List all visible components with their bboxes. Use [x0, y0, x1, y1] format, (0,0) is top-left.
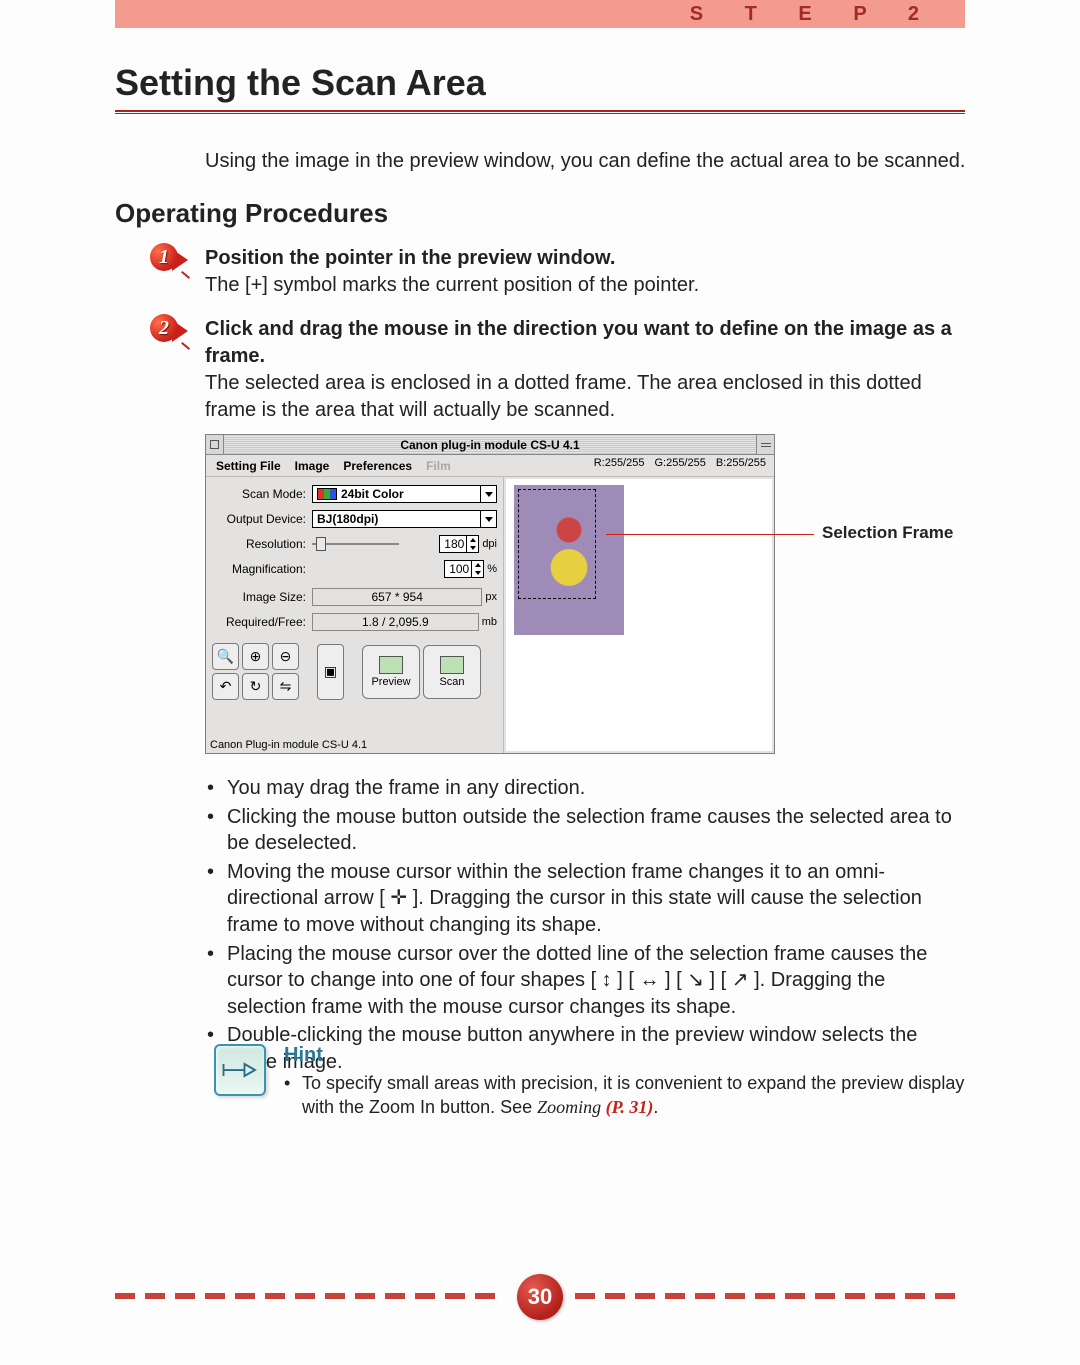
dropdown-arrow-icon[interactable]: [480, 511, 496, 527]
step-number-2-icon: 2: [150, 314, 184, 348]
list-item: Clicking the mouse button outside the se…: [205, 804, 965, 857]
title-rule: [115, 110, 965, 114]
page-title: Setting the Scan Area: [115, 62, 486, 104]
footer-dashes: [115, 1293, 505, 1299]
resolution-value: 180: [440, 537, 466, 551]
hint-ref-link[interactable]: (P. 31): [601, 1097, 653, 1117]
scan-mode-value: 24bit Color: [341, 487, 404, 501]
list-item: You may drag the frame in any direction.: [205, 775, 965, 802]
step-header: S T E P 2: [115, 0, 965, 28]
required-free-unit: mb: [482, 616, 497, 628]
step-1-body: The [+] symbol marks the current positio…: [205, 272, 965, 299]
intro-text: Using the image in the preview window, y…: [205, 150, 965, 173]
tool-grid: 🔍 ⊕ ⊖ ▣ Preview Scan ↶ ↻ ⇋: [212, 643, 497, 700]
hint-box: Hint To specify small areas with precisi…: [214, 1044, 965, 1120]
resolution-unit: dpi: [482, 538, 497, 550]
zoom-in-icon[interactable]: 🔍: [212, 643, 239, 670]
spinner-down-icon[interactable]: [472, 569, 483, 577]
step-2: 2 Click and drag the mouse in the direct…: [205, 316, 965, 424]
rotate-right-icon[interactable]: ↻: [242, 673, 269, 700]
preview-button[interactable]: Preview: [362, 645, 420, 699]
scan-button[interactable]: Scan: [423, 645, 481, 699]
scan-mode-label: Scan Mode:: [212, 487, 306, 501]
step-2-body: The selected area is enclosed in a dotte…: [205, 370, 965, 424]
rgb-r: R:255/255: [594, 457, 645, 469]
resolution-spinner[interactable]: 180: [439, 535, 479, 553]
magnification-label: Magnification:: [212, 562, 306, 576]
dropdown-arrow-icon[interactable]: [480, 486, 496, 502]
page-number: 30: [517, 1274, 563, 1320]
status-bar: Canon Plug-in module CS-U 4.1: [210, 739, 367, 751]
menu-item[interactable]: Preferences: [343, 459, 412, 473]
spinner-down-icon[interactable]: [467, 544, 478, 552]
step-1-title: Position the pointer in the preview wind…: [205, 245, 965, 272]
scan-mode-combo[interactable]: 24bit Color: [312, 485, 497, 503]
callout-line: [606, 534, 814, 535]
flip-icon[interactable]: ⇋: [272, 673, 299, 700]
magnification-unit: %: [487, 563, 497, 575]
image-size-unit: px: [485, 591, 497, 603]
zoom-actual-icon[interactable]: ⊕: [242, 643, 269, 670]
rgb-g: G:255/255: [654, 457, 705, 469]
hint-icon: [214, 1044, 266, 1096]
rotate-left-icon[interactable]: ↶: [212, 673, 239, 700]
list-item: Moving the mouse cursor within the selec…: [205, 859, 965, 939]
preview-pane[interactable]: [506, 479, 772, 751]
footer-dashes: [575, 1293, 965, 1299]
hint-text: To specify small areas with precision, i…: [284, 1071, 965, 1120]
color-mode-icon: [317, 488, 337, 500]
scan-button-label: Scan: [439, 676, 464, 688]
image-size-label: Image Size:: [212, 590, 306, 604]
hint-text-em: Zooming: [537, 1097, 601, 1117]
output-device-label: Output Device:: [212, 512, 306, 526]
spinner-up-icon[interactable]: [467, 536, 478, 544]
settings-pane: Scan Mode: 24bit Color Output Device: BJ…: [206, 477, 504, 753]
required-free-value: 1.8 / 2,095.9: [312, 613, 479, 631]
hint-title: Hint: [284, 1044, 965, 1067]
titlebar: Canon plug-in module CS-U 4.1: [206, 435, 774, 455]
menu-item-disabled: Film: [426, 459, 451, 473]
magnification-value: 100: [445, 562, 471, 576]
system-menu-button[interactable]: [206, 435, 224, 454]
hint-text-post: .: [653, 1097, 658, 1117]
preview-button-label: Preview: [371, 676, 410, 688]
menu-item[interactable]: Image: [295, 459, 330, 473]
app-window: Canon plug-in module CS-U 4.1 Setting Fi…: [205, 434, 775, 754]
resolution-label: Resolution:: [212, 537, 306, 551]
menu-item[interactable]: Setting File: [216, 459, 281, 473]
image-tool-icon[interactable]: ▣: [317, 644, 344, 700]
step-1: 1 Position the pointer in the preview wi…: [205, 245, 965, 299]
selection-frame[interactable]: [518, 489, 596, 599]
required-free-label: Required/Free:: [212, 615, 306, 629]
step-2-title: Click and drag the mouse in the directio…: [205, 316, 965, 370]
zoom-out-icon[interactable]: ⊖: [272, 643, 299, 670]
rgb-readout: R:255/255 G:255/255 B:255/255: [594, 457, 766, 469]
magnification-spinner[interactable]: 100: [444, 560, 484, 578]
spinner-up-icon[interactable]: [472, 561, 483, 569]
output-device-value: BJ(180dpi): [317, 512, 378, 526]
callout-label: Selection Frame: [822, 523, 953, 543]
list-item: Placing the mouse cursor over the dotted…: [205, 941, 965, 1021]
image-size-value: 657 * 954: [312, 588, 482, 606]
notes-list: You may drag the frame in any direction.…: [205, 775, 965, 1078]
rgb-b: B:255/255: [716, 457, 766, 469]
output-device-combo[interactable]: BJ(180dpi): [312, 510, 497, 528]
section-heading: Operating Procedures: [115, 198, 388, 229]
step-number-1-icon: 1: [150, 243, 184, 277]
resolution-slider[interactable]: [312, 535, 439, 553]
window-title: Canon plug-in module CS-U 4.1: [224, 436, 756, 454]
window-control-button[interactable]: [756, 435, 774, 454]
